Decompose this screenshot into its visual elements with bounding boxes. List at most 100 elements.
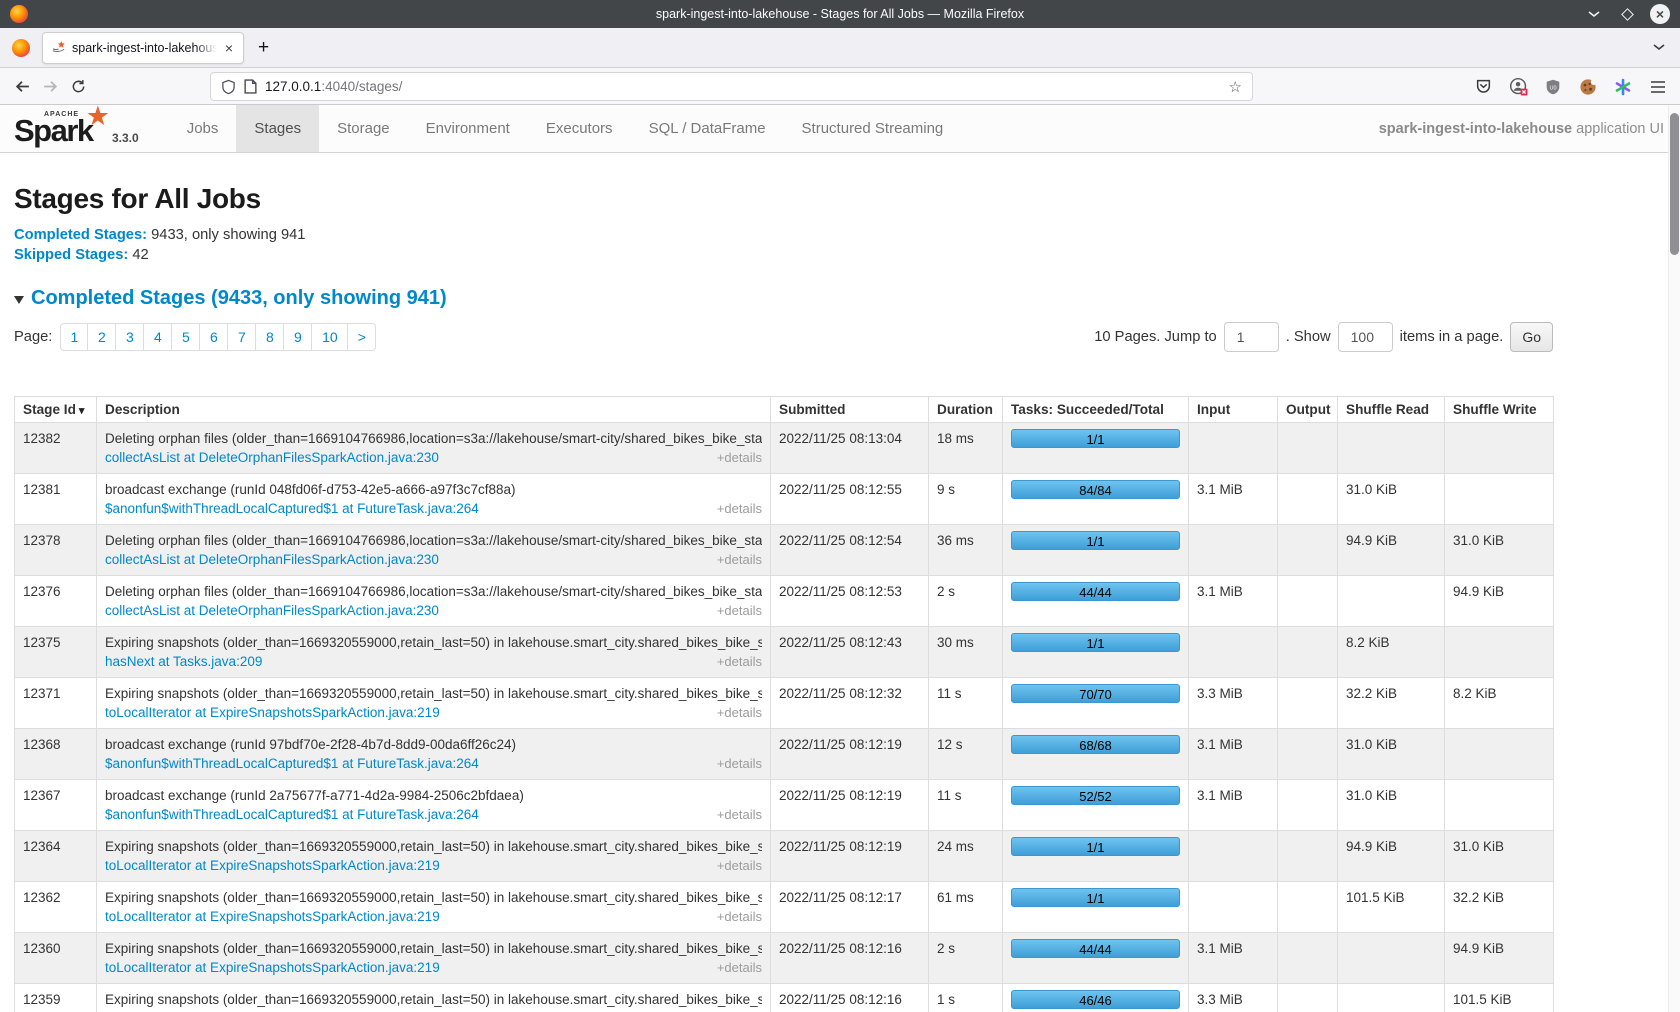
menu-icon[interactable] bbox=[1648, 77, 1668, 97]
page-button-3[interactable]: 3 bbox=[116, 323, 144, 351]
details-toggle[interactable]: +details bbox=[717, 448, 762, 467]
stage-detail-link[interactable]: collectAsList at DeleteOrphanFilesSparkA… bbox=[105, 448, 439, 467]
bookmark-star-icon[interactable]: ☆ bbox=[1229, 78, 1242, 96]
nav-item-storage[interactable]: Storage bbox=[319, 105, 408, 152]
description-callsite: toLocalIterator at ExpireSnapshotsSparkA… bbox=[105, 907, 762, 926]
minimize-icon[interactable] bbox=[1584, 4, 1604, 24]
shield-icon[interactable] bbox=[221, 79, 236, 95]
column-header-submitted[interactable]: Submitted bbox=[771, 397, 929, 423]
items-per-page-input[interactable] bbox=[1338, 322, 1393, 352]
cell-submitted: 2022/11/25 08:12:53 bbox=[771, 576, 929, 627]
details-toggle[interactable]: +details bbox=[717, 805, 762, 824]
close-icon[interactable]: × bbox=[1650, 4, 1670, 24]
cell-tasks: 1/1 bbox=[1003, 627, 1189, 678]
column-header-duration[interactable]: Duration bbox=[929, 397, 1003, 423]
details-toggle[interactable]: +details bbox=[717, 856, 762, 875]
tab-close-icon[interactable]: × bbox=[223, 40, 235, 56]
column-header-input[interactable]: Input bbox=[1189, 397, 1278, 423]
details-toggle[interactable]: +details bbox=[717, 550, 762, 569]
cookie-icon[interactable] bbox=[1578, 77, 1598, 97]
page-button-5[interactable]: 5 bbox=[172, 323, 200, 351]
stage-detail-link[interactable]: hasNext at Tasks.java:209 bbox=[105, 652, 262, 671]
url-text[interactable]: 127.0.0.1:4040/stages/ bbox=[265, 79, 402, 94]
tab-bar: spark-ingest-into-lakehous × + bbox=[0, 28, 1680, 68]
column-header-output[interactable]: Output bbox=[1278, 397, 1338, 423]
cell-duration: 24 ms bbox=[929, 831, 1003, 882]
stage-detail-link[interactable]: $anonfun$withThreadLocalCaptured$1 at Fu… bbox=[105, 805, 479, 824]
details-toggle[interactable]: +details bbox=[717, 958, 762, 977]
column-header-shuffle-read[interactable]: Shuffle Read bbox=[1338, 397, 1445, 423]
page-button-2[interactable]: 2 bbox=[88, 323, 116, 351]
stage-summary: Completed Stages: 9433, only showing 941… bbox=[14, 225, 1680, 265]
column-header-description[interactable]: Description bbox=[97, 397, 771, 423]
account-alert-icon[interactable] bbox=[1508, 77, 1528, 97]
nav-item-sql-dataframe[interactable]: SQL / DataFrame bbox=[631, 105, 784, 152]
firefox-view-icon[interactable] bbox=[12, 39, 30, 57]
browser-tab[interactable]: spark-ingest-into-lakehous × bbox=[42, 32, 244, 64]
details-toggle[interactable]: +details bbox=[717, 703, 762, 722]
stage-detail-link[interactable]: toLocalIterator at ExpireSnapshotsSparkA… bbox=[105, 958, 440, 977]
details-toggle[interactable]: +details bbox=[717, 907, 762, 926]
stage-detail-link[interactable]: collectAsList at DeleteOrphanFilesSparkA… bbox=[105, 550, 439, 569]
cell-description: Expiring snapshots (older_than=166932055… bbox=[97, 627, 771, 678]
ublock-shield-icon[interactable]: U0 bbox=[1543, 77, 1563, 97]
stage-detail-link[interactable]: $anonfun$withThreadLocalCaptured$1 at Fu… bbox=[105, 754, 479, 773]
tab-title: spark-ingest-into-lakehous bbox=[72, 41, 217, 55]
list-tabs-chevron-icon[interactable] bbox=[1652, 40, 1666, 54]
cell-shuffle-write bbox=[1445, 474, 1554, 525]
nav-item-stages[interactable]: Stages bbox=[236, 105, 319, 152]
page-info-icon[interactable] bbox=[244, 79, 257, 94]
forward-icon[interactable] bbox=[36, 72, 64, 100]
page-button-8[interactable]: 8 bbox=[256, 323, 284, 351]
stage-detail-link[interactable]: collectAsList at DeleteOrphanFilesSparkA… bbox=[105, 601, 439, 620]
stage-detail-link[interactable]: toLocalIterator at ExpireSnapshotsSparkA… bbox=[105, 703, 440, 722]
page-scrollbar[interactable] bbox=[1668, 106, 1680, 1012]
pocket-icon[interactable] bbox=[1473, 77, 1493, 97]
stage-row-12382: 12382Deleting orphan files (older_than=1… bbox=[15, 423, 1554, 474]
stage-detail-link[interactable]: toLocalIterator at ExpireSnapshotsSparkA… bbox=[105, 907, 440, 926]
page-button-6[interactable]: 6 bbox=[200, 323, 228, 351]
cell-tasks: 1/1 bbox=[1003, 831, 1189, 882]
column-header-tasks-succeeded-total[interactable]: Tasks: Succeeded/Total bbox=[1003, 397, 1189, 423]
cell-shuffle-write bbox=[1445, 423, 1554, 474]
spark-logo[interactable]: APACHE Spark ★ bbox=[14, 105, 102, 152]
completed-stages-section-header[interactable]: Completed Stages (9433, only showing 941… bbox=[14, 287, 1680, 310]
reload-icon[interactable] bbox=[64, 72, 92, 100]
go-button[interactable]: Go bbox=[1510, 322, 1553, 352]
completed-stages-label[interactable]: Completed Stages: bbox=[14, 227, 147, 243]
cell-output bbox=[1278, 882, 1338, 933]
stage-detail-link[interactable]: toLocalIterator at ExpireSnapshotsSparkA… bbox=[105, 856, 440, 875]
stage-row-12360: 12360Expiring snapshots (older_than=1669… bbox=[15, 933, 1554, 984]
nav-item-environment[interactable]: Environment bbox=[408, 105, 528, 152]
page-button-7[interactable]: 7 bbox=[228, 323, 256, 351]
details-toggle[interactable]: +details bbox=[717, 499, 762, 518]
cell-submitted: 2022/11/25 08:12:55 bbox=[771, 474, 929, 525]
skipped-stages-label[interactable]: Skipped Stages: bbox=[14, 247, 128, 263]
details-toggle[interactable]: +details bbox=[717, 601, 762, 620]
column-header-stage-id[interactable]: Stage Id▾ bbox=[15, 397, 97, 423]
jump-to-page-input[interactable] bbox=[1224, 322, 1279, 352]
page-button-1[interactable]: 1 bbox=[60, 323, 88, 351]
scrollbar-thumb[interactable] bbox=[1670, 113, 1679, 255]
task-progress-text: 52/52 bbox=[1079, 789, 1112, 804]
nav-item-jobs[interactable]: Jobs bbox=[169, 105, 237, 152]
page-button-10[interactable]: 10 bbox=[312, 323, 348, 351]
column-header-shuffle-write[interactable]: Shuffle Write bbox=[1445, 397, 1554, 423]
nav-item-executors[interactable]: Executors bbox=[528, 105, 631, 152]
new-tab-button[interactable]: + bbox=[258, 37, 269, 59]
description-callsite: $anonfun$withThreadLocalCaptured$1 at Fu… bbox=[105, 805, 762, 824]
extension-asterisk-icon[interactable] bbox=[1613, 77, 1633, 97]
back-icon[interactable] bbox=[8, 72, 36, 100]
cell-input bbox=[1189, 882, 1278, 933]
details-toggle[interactable]: +details bbox=[717, 652, 762, 671]
maximize-icon[interactable] bbox=[1617, 4, 1637, 24]
page-button->[interactable]: > bbox=[348, 323, 376, 351]
description-callsite: collectAsList at DeleteOrphanFilesSparkA… bbox=[105, 601, 762, 620]
nav-item-structured-streaming[interactable]: Structured Streaming bbox=[784, 105, 962, 152]
stage-detail-link[interactable]: $anonfun$withThreadLocalCaptured$1 at Fu… bbox=[105, 499, 479, 518]
details-toggle[interactable]: +details bbox=[717, 754, 762, 773]
window-controls: × bbox=[1584, 4, 1680, 24]
page-button-9[interactable]: 9 bbox=[284, 323, 312, 351]
url-bar[interactable]: 127.0.0.1:4040/stages/ ☆ bbox=[210, 72, 1253, 101]
page-button-4[interactable]: 4 bbox=[144, 323, 172, 351]
